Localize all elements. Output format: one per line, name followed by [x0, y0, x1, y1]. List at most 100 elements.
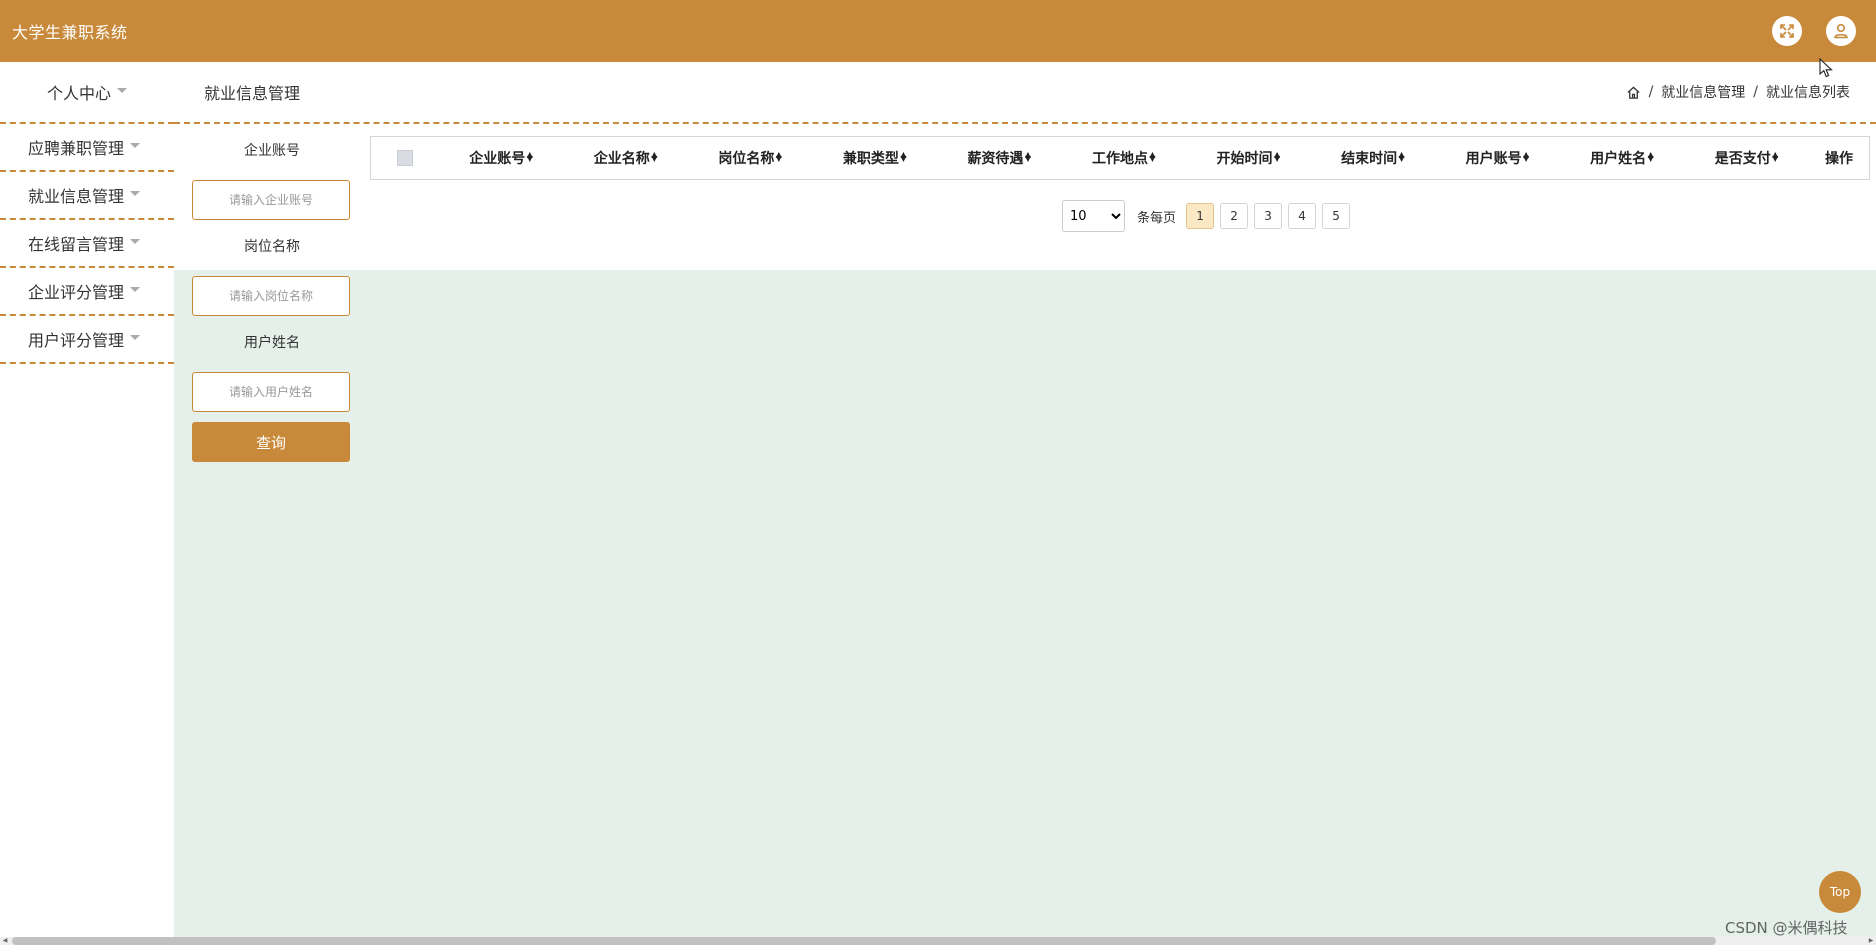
query-button[interactable]: 查询 — [192, 422, 350, 462]
horizontal-scrollbar[interactable]: ◀ ▶ — [0, 937, 1876, 945]
main-content: 企业账号 岗位名称 用户姓名 查询 企业账号▲▼ 企业名称▲▼ 岗位名称▲▼ — [174, 124, 1876, 937]
caret-down-icon — [130, 286, 141, 292]
breadcrumb-separator: / — [1753, 84, 1758, 100]
breadcrumb: / 就业信息管理 / 就业信息列表 — [1626, 82, 1850, 102]
mouse-pointer-icon — [1819, 58, 1833, 78]
search-panel: 企业账号 岗位名称 用户姓名 查询 — [192, 132, 352, 462]
table-header: 企业账号 ▲ ▼ 企业名称 ▲ ▼ 岗位名称 ▲ ▼ 兼职类型 ▲ ▼ 薪资待遇 ▲ ▼ 工作地点 ▲… — [371, 137, 1869, 179]
sidebar-item-label: 应聘兼职管理 — [28, 139, 125, 158]
top-header: 大学生兼职系统 — [0, 0, 1876, 62]
column-label: 工作地点 — [1091, 151, 1148, 167]
back-to-top-button[interactable]: Top — [1819, 871, 1861, 913]
content-title-bar: 就业信息管理 / 就业信息管理 / 就业信息列表 — [174, 62, 1876, 124]
app-title: 大学生兼职系统 — [12, 23, 128, 42]
pagination: 10 条每页 1 2 3 4 5 — [1062, 200, 1351, 232]
user-icon — [1834, 23, 1848, 39]
user-name-label: 用户姓名 — [244, 335, 300, 351]
sidebar-item-employment-info-management[interactable]: 就业信息管理 — [0, 172, 174, 220]
column-label: 结束时间 — [1341, 151, 1398, 167]
home-icon[interactable] — [1626, 85, 1641, 100]
sidebar-item-personal-center[interactable]: 个人中心 — [0, 62, 174, 124]
page-button-4[interactable]: 4 — [1288, 203, 1317, 229]
breadcrumb-item-employment-info-management[interactable]: 就业信息管理 — [1661, 82, 1745, 102]
position-name-label: 岗位名称 — [244, 239, 300, 255]
column-header-company-account[interactable]: 企业账号 ▲ ▼ — [439, 148, 564, 168]
sort-icon: ▲ ▼ — [1398, 150, 1405, 163]
sidebar-item-online-message-management[interactable]: 在线留言管理 — [0, 220, 174, 268]
per-page-label: 条每页 — [1137, 210, 1177, 226]
sidebar-item-label: 企业评分管理 — [28, 283, 125, 302]
column-label: 开始时间 — [1216, 151, 1273, 167]
scroll-left-arrow-icon[interactable]: ◀ — [0, 937, 10, 945]
sidebar-item-company-rating-management[interactable]: 企业评分管理 — [0, 268, 174, 316]
csdn-watermark: CSDN @米偶科技 — [1725, 919, 1848, 937]
column-label: 薪资待遇 — [967, 151, 1024, 167]
column-header-end-time[interactable]: 结束时间 ▲ ▼ — [1311, 148, 1436, 168]
breadcrumb-item-employment-info-list: 就业信息列表 — [1766, 85, 1850, 101]
caret-down-icon — [130, 334, 141, 340]
column-header-work-location[interactable]: 工作地点 ▲ ▼ — [1062, 148, 1187, 168]
page-title: 就业信息管理 — [204, 84, 301, 103]
column-label: 用户账号 — [1465, 151, 1522, 167]
sidebar-item-label: 个人中心 — [46, 84, 111, 103]
list-panel: 企业账号 岗位名称 用户姓名 查询 企业账号▲▼ 企业名称▲▼ 岗位名称▲▼ — [174, 124, 1876, 462]
sort-icon: ▲ ▼ — [651, 150, 658, 163]
page-button-2[interactable]: 2 — [1220, 203, 1249, 229]
employment-info-table: 企业账号 ▲ ▼ 企业名称 ▲ ▼ 岗位名称 ▲ ▼ 兼职类型 ▲ ▼ 薪资待遇 ▲ ▼ 工作地点 ▲… — [370, 136, 1870, 180]
page-button-5[interactable]: 5 — [1322, 203, 1351, 229]
column-label: 企业名称 — [593, 151, 650, 167]
column-header-position-name[interactable]: 岗位名称 ▲ ▼ — [688, 148, 813, 168]
sort-icon: ▲ ▼ — [900, 150, 907, 163]
column-label: 企业账号 — [469, 151, 526, 167]
page-size-select[interactable]: 10 — [1062, 200, 1125, 232]
sidebar: 个人中心 应聘兼职管理 就业信息管理 在线留言管理 企业评分管理 用户评分管理 — [0, 62, 174, 937]
header-actions — [1772, 16, 1856, 46]
sidebar-item-label: 用户评分管理 — [28, 331, 125, 350]
select-all-cell — [371, 150, 439, 166]
caret-down-icon — [117, 87, 127, 93]
sort-icon: ▲ ▼ — [1647, 150, 1654, 163]
scroll-right-arrow-icon[interactable]: ▶ — [1866, 937, 1876, 945]
sidebar-item-job-application-management[interactable]: 应聘兼职管理 — [0, 124, 174, 172]
horizontal-scrollbar-thumb[interactable] — [12, 937, 1716, 945]
column-header-part-time-type[interactable]: 兼职类型 ▲ ▼ — [813, 148, 938, 168]
page-button-1[interactable]: 1 — [1186, 203, 1215, 229]
caret-down-icon — [130, 190, 141, 196]
company-account-input[interactable] — [192, 180, 350, 220]
breadcrumb-separator: / — [1648, 84, 1654, 100]
user-button[interactable] — [1826, 16, 1856, 46]
column-header-salary[interactable]: 薪资待遇 ▲ ▼ — [937, 148, 1062, 168]
sort-icon: ▲ ▼ — [775, 150, 782, 163]
search-group-company-account: 企业账号 — [192, 140, 352, 220]
column-header-user-account[interactable]: 用户账号 ▲ ▼ — [1435, 148, 1560, 168]
column-header-user-name[interactable]: 用户姓名 ▲ ▼ — [1560, 148, 1685, 168]
position-name-input[interactable] — [192, 276, 350, 316]
sort-icon: ▲ ▼ — [1149, 150, 1156, 163]
fullscreen-button[interactable] — [1772, 16, 1802, 46]
column-header-actions: 操作 — [1825, 151, 1853, 167]
column-header-start-time[interactable]: 开始时间 ▲ ▼ — [1186, 148, 1311, 168]
select-all-checkbox[interactable] — [397, 150, 413, 166]
sort-icon: ▲ ▼ — [1772, 150, 1779, 163]
sidebar-item-user-rating-management[interactable]: 用户评分管理 — [0, 316, 174, 364]
search-group-user-name: 用户姓名 — [192, 332, 352, 412]
column-label: 是否支付 — [1714, 151, 1771, 167]
sort-icon: ▲ ▼ — [1024, 150, 1032, 163]
column-header-is-paid[interactable]: 是否支付 ▲ ▼ — [1684, 148, 1809, 168]
column-label: 兼职类型 — [842, 151, 899, 167]
user-name-input[interactable] — [192, 372, 350, 412]
column-label: 岗位名称 — [718, 151, 775, 167]
column-label: 用户姓名 — [1590, 151, 1647, 167]
sidebar-item-label: 在线留言管理 — [28, 235, 125, 254]
company-account-label: 企业账号 — [244, 143, 300, 159]
sidebar-item-label: 就业信息管理 — [28, 187, 125, 206]
sort-icon: ▲ ▼ — [1523, 150, 1530, 163]
page-button-3[interactable]: 3 — [1254, 203, 1283, 229]
caret-down-icon — [130, 238, 141, 244]
sort-icon: ▲ ▼ — [526, 150, 533, 163]
caret-down-icon — [130, 142, 141, 148]
search-group-position-name: 岗位名称 — [192, 236, 352, 316]
sort-icon: ▲ ▼ — [1273, 150, 1281, 163]
fullscreen-icon — [1780, 24, 1794, 38]
column-header-company-name[interactable]: 企业名称 ▲ ▼ — [564, 148, 689, 168]
